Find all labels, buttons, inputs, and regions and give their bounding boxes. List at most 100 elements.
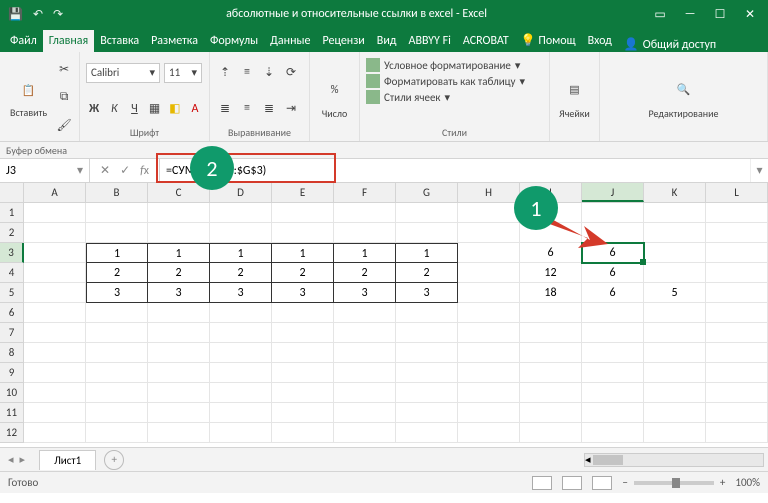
row-header-2[interactable]: 2 [0,223,24,243]
tab-view[interactable]: Вид [371,30,403,52]
cell-B8[interactable] [86,343,148,363]
cell-B12[interactable] [86,423,148,443]
cell-G4[interactable]: 2 [396,263,458,283]
cell-G5[interactable]: 3 [396,283,458,303]
cell-C3[interactable]: 1 [148,243,210,263]
row-header-4[interactable]: 4 [0,263,24,283]
row-header-12[interactable]: 12 [0,423,24,443]
cell-D9[interactable] [210,363,272,383]
cell-E9[interactable] [272,363,334,383]
align-right-icon[interactable]: ≣ [260,99,278,117]
cell-I4[interactable]: 12 [520,263,582,283]
name-box[interactable]: J3 ▾ [0,159,90,182]
cell-B4[interactable]: 2 [86,263,148,283]
cell-B10[interactable] [86,383,148,403]
cell-J5[interactable]: 6 [582,283,644,303]
cells-button[interactable]: ▤ Ячейки [556,56,593,139]
tab-layout[interactable]: Разметка [145,30,204,52]
tab-home[interactable]: Главная [43,30,94,52]
col-header-L[interactable]: L [706,183,768,202]
paste-button[interactable]: 📋 Вставить [6,56,51,139]
cell-D7[interactable] [210,323,272,343]
cell-F11[interactable] [334,403,396,423]
format-as-table-button[interactable]: Форматировать как таблицу ▾ [366,74,543,88]
cell-D12[interactable] [210,423,272,443]
cell-K3[interactable] [644,243,706,263]
cell-H7[interactable] [458,323,520,343]
cell-F10[interactable] [334,383,396,403]
cell-E5[interactable]: 3 [272,283,334,303]
cell-E6[interactable] [272,303,334,323]
cell-styles-button[interactable]: Стили ячеек ▾ [366,90,543,104]
cell-B3[interactable]: 1 [86,243,148,263]
cell-D8[interactable] [210,343,272,363]
tell-me[interactable]: 💡 Помощ [515,29,582,52]
cell-A2[interactable] [24,223,86,243]
cell-K12[interactable] [644,423,706,443]
cell-F6[interactable] [334,303,396,323]
cell-H2[interactable] [458,223,520,243]
tab-acrobat[interactable]: ACROBAT [457,30,515,52]
sheet-nav-next-icon[interactable]: ▸ [20,453,26,466]
cell-L4[interactable] [706,263,768,283]
cell-D1[interactable] [210,203,272,223]
cell-K4[interactable] [644,263,706,283]
cell-G12[interactable] [396,423,458,443]
cell-D5[interactable]: 3 [210,283,272,303]
row-header-9[interactable]: 9 [0,363,24,383]
zoom-in-icon[interactable]: + [720,476,725,489]
cell-A7[interactable] [24,323,86,343]
cell-J7[interactable] [582,323,644,343]
col-header-F[interactable]: F [334,183,396,202]
horizontal-scrollbar[interactable]: ◂ [124,453,768,467]
tab-file[interactable]: Файл [4,30,43,52]
cell-I7[interactable] [520,323,582,343]
cell-A12[interactable] [24,423,86,443]
cell-F2[interactable] [334,223,396,243]
cell-G10[interactable] [396,383,458,403]
cell-H4[interactable] [458,263,520,283]
cell-F8[interactable] [334,343,396,363]
cell-C11[interactable] [148,403,210,423]
tab-formulas[interactable]: Формулы [204,30,264,52]
cell-B2[interactable] [86,223,148,243]
cell-C8[interactable] [148,343,210,363]
align-top-icon[interactable]: ⇡ [216,63,234,81]
cell-G2[interactable] [396,223,458,243]
col-header-B[interactable]: B [86,183,148,202]
redo-icon[interactable]: ↷ [53,7,63,22]
tab-data[interactable]: Данные [264,30,316,52]
fill-color-icon[interactable]: ◧ [167,100,183,118]
cell-K10[interactable] [644,383,706,403]
cell-D6[interactable] [210,303,272,323]
minimize-icon[interactable]: — [682,7,698,22]
ribbon-options-icon[interactable]: ▭ [652,7,668,22]
cell-F1[interactable] [334,203,396,223]
cell-K9[interactable] [644,363,706,383]
share-button[interactable]: 👤 Общий доступ [618,37,722,52]
cell-A3[interactable] [24,243,86,263]
zoom-slider[interactable]: − + [622,476,725,489]
save-icon[interactable]: 💾 [8,7,23,22]
cell-L6[interactable] [706,303,768,323]
cell-F7[interactable] [334,323,396,343]
cell-I10[interactable] [520,383,582,403]
orientation-icon[interactable]: ⟳ [282,63,300,81]
cell-E7[interactable] [272,323,334,343]
col-header-H[interactable]: H [458,183,520,202]
cell-H8[interactable] [458,343,520,363]
cell-E1[interactable] [272,203,334,223]
cell-C12[interactable] [148,423,210,443]
tab-insert[interactable]: Вставка [94,30,145,52]
cell-G1[interactable] [396,203,458,223]
cell-K7[interactable] [644,323,706,343]
sheet-nav-prev-icon[interactable]: ◂ [8,453,14,466]
cell-A9[interactable] [24,363,86,383]
conditional-formatting-button[interactable]: Условное форматирование ▾ [366,58,543,72]
cell-F12[interactable] [334,423,396,443]
cell-G11[interactable] [396,403,458,423]
cut-icon[interactable]: ✂ [55,61,73,79]
undo-icon[interactable]: ↶ [33,7,43,22]
cell-C9[interactable] [148,363,210,383]
cell-B9[interactable] [86,363,148,383]
